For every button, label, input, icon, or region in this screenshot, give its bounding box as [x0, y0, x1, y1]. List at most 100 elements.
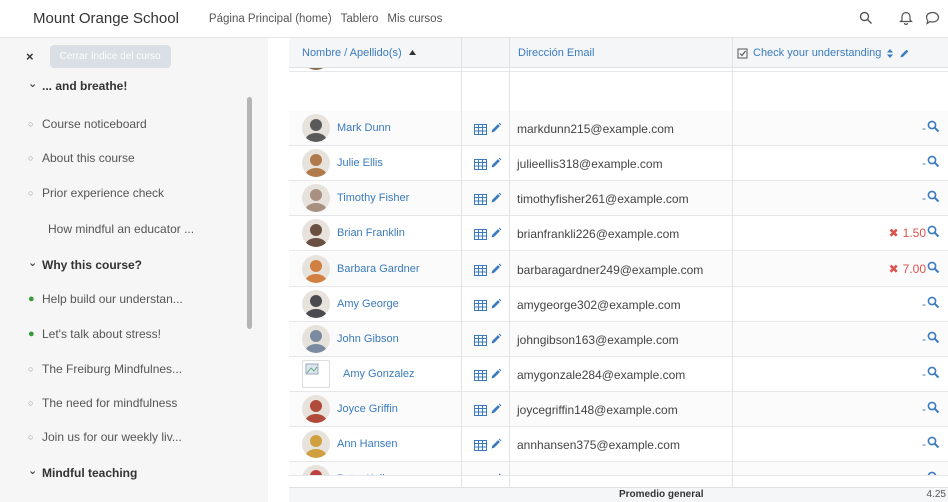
- user-report-table-icon[interactable]: [474, 298, 487, 316]
- user-report-table-icon[interactable]: [474, 122, 487, 140]
- user-name-link[interactable]: Brian Franklin: [337, 227, 405, 239]
- grade-analysis-zoom-icon[interactable]: [927, 261, 940, 279]
- course-index-item-label: The need for mindfulness: [42, 396, 178, 410]
- course-index-item-label: Help build our understan...: [42, 292, 183, 306]
- nav-link-dashboard[interactable]: Tablero: [341, 13, 379, 25]
- drawer-scrollbar[interactable]: [247, 97, 252, 329]
- user-report-table-icon[interactable]: [474, 333, 487, 351]
- grade-analysis-zoom-icon[interactable]: [927, 436, 940, 454]
- user-name-link[interactable]: Mark Dunn: [337, 122, 391, 134]
- user-report-table-icon[interactable]: [474, 227, 487, 245]
- grade-analysis-zoom-icon[interactable]: [927, 401, 940, 419]
- avatar[interactable]: [302, 394, 330, 423]
- user-name-link[interactable]: Joyce Griffin: [337, 403, 398, 415]
- edit-user-icon[interactable]: [490, 191, 502, 209]
- grade-analysis-zoom-icon[interactable]: [927, 225, 940, 243]
- avatar[interactable]: [302, 324, 330, 353]
- course-activity-item[interactable]: ● Help build our understan...: [28, 292, 183, 306]
- avatar[interactable]: [302, 219, 330, 248]
- user-report-table-icon[interactable]: [474, 157, 487, 175]
- user-name-link[interactable]: Timothy Fisher: [337, 192, 409, 204]
- edit-user-icon[interactable]: [490, 437, 502, 455]
- sort-toggle-icon[interactable]: [886, 48, 894, 59]
- avatar[interactable]: [302, 254, 330, 283]
- user-report-table-icon[interactable]: [474, 438, 487, 456]
- edit-user-icon[interactable]: [490, 367, 502, 385]
- user-name-link[interactable]: Ann Hansen: [337, 438, 398, 450]
- grade-value[interactable]: -: [922, 472, 926, 475]
- avatar[interactable]: [302, 430, 330, 458]
- avatar[interactable]: [302, 149, 330, 178]
- grade-value[interactable]: -: [922, 121, 926, 135]
- user-name-link[interactable]: Barbara Gardner: [337, 263, 420, 275]
- user-report-table-icon[interactable]: [474, 263, 487, 281]
- user-report-table-icon[interactable]: [474, 192, 487, 210]
- messages-icon[interactable]: [925, 11, 940, 25]
- nav-link-my-courses[interactable]: Mis cursos: [387, 13, 442, 25]
- edit-user-icon[interactable]: [490, 156, 502, 174]
- course-section-item[interactable]: ⌄ Mindful teaching: [28, 465, 137, 481]
- grade-value[interactable]: -: [922, 191, 926, 205]
- course-activity-item[interactable]: How mindful an educator ...: [28, 222, 194, 236]
- avatar[interactable]: [302, 114, 330, 143]
- course-activity-item[interactable]: ○ About this course: [28, 151, 135, 165]
- edit-user-icon[interactable]: [490, 226, 502, 244]
- course-activity-item[interactable]: ○ Join us for our weekly liv...: [28, 430, 182, 444]
- user-name-link[interactable]: Amy George: [337, 298, 399, 310]
- user-report-table-icon[interactable]: [474, 403, 487, 421]
- grade-analysis-zoom-icon[interactable]: [927, 471, 940, 476]
- grade-value[interactable]: -: [922, 437, 926, 451]
- grade-value[interactable]: -: [922, 297, 926, 311]
- course-activity-item[interactable]: ○ Prior experience check: [28, 186, 164, 200]
- edit-user-icon[interactable]: [490, 332, 502, 350]
- course-section-item[interactable]: ⌄ ... and breathe!: [28, 78, 128, 94]
- edit-user-icon[interactable]: [490, 262, 502, 280]
- grade-analysis-zoom-icon[interactable]: [927, 190, 940, 208]
- user-email: brianfrankli226@example.com: [517, 227, 680, 242]
- course-section-item[interactable]: ⌄ Why this course?: [28, 257, 142, 273]
- user-name-link[interactable]: Peter Kelly: [337, 473, 390, 475]
- table-row: Amy Gonzalez amygonzale284@example.com -: [289, 356, 948, 392]
- user-name-link[interactable]: Julie Ellis: [337, 157, 383, 169]
- overall-average-row: Promedio general 4.25: [289, 487, 948, 502]
- edit-user-icon[interactable]: [490, 297, 502, 315]
- nav-link-home[interactable]: Página Principal (home): [209, 13, 332, 25]
- avatar[interactable]: [302, 465, 330, 476]
- failed-grade-icon: ✖: [888, 261, 899, 276]
- grade-analysis-zoom-icon[interactable]: [927, 120, 940, 138]
- grade-value[interactable]: -: [922, 367, 926, 381]
- grade-cell[interactable]: ✖ 7.00: [889, 262, 926, 276]
- course-activity-item[interactable]: ● Let's talk about stress!: [28, 327, 161, 341]
- notifications-bell-icon[interactable]: [899, 10, 913, 25]
- user-report-table-icon[interactable]: [474, 368, 487, 386]
- course-activity-item[interactable]: ○ The Freiburg Mindfulnes...: [28, 362, 182, 376]
- site-name[interactable]: Mount Orange School: [33, 10, 179, 27]
- incomplete-circle-icon: ○: [28, 153, 34, 163]
- avatar[interactable]: [302, 359, 330, 388]
- column-header-grade-item[interactable]: Check your understanding: [737, 47, 910, 59]
- course-activity-item[interactable]: ○ The need for mindfulness: [28, 396, 177, 410]
- user-report-table-icon[interactable]: [474, 473, 487, 475]
- search-icon[interactable]: [859, 11, 873, 25]
- course-activity-item[interactable]: ○ Course noticeboard: [28, 117, 147, 131]
- grade-cell[interactable]: ✖ 1.50: [889, 226, 926, 240]
- column-header-name[interactable]: Nombre / Apellido(s): [302, 47, 417, 59]
- avatar[interactable]: [302, 289, 330, 318]
- grade-analysis-zoom-icon[interactable]: [927, 366, 940, 384]
- grade-analysis-zoom-icon[interactable]: [927, 155, 940, 173]
- edit-user-icon[interactable]: [490, 472, 502, 476]
- course-index-item-label: ... and breathe!: [42, 79, 128, 93]
- avatar[interactable]: [302, 184, 330, 213]
- edit-user-icon[interactable]: [490, 121, 502, 139]
- grade-analysis-zoom-icon[interactable]: [927, 296, 940, 314]
- grade-value[interactable]: -: [922, 332, 926, 346]
- grade-value[interactable]: -: [922, 156, 926, 170]
- user-name-link[interactable]: John Gibson: [337, 333, 399, 345]
- edit-user-icon[interactable]: [490, 402, 502, 420]
- grade-analysis-zoom-icon[interactable]: [927, 331, 940, 349]
- edit-grade-item-icon[interactable]: [899, 48, 910, 59]
- user-name-link[interactable]: Amy Gonzalez: [343, 368, 415, 380]
- avatar[interactable]: [302, 68, 330, 70]
- grade-value[interactable]: -: [922, 402, 926, 416]
- column-header-email[interactable]: Dirección Email: [518, 47, 594, 59]
